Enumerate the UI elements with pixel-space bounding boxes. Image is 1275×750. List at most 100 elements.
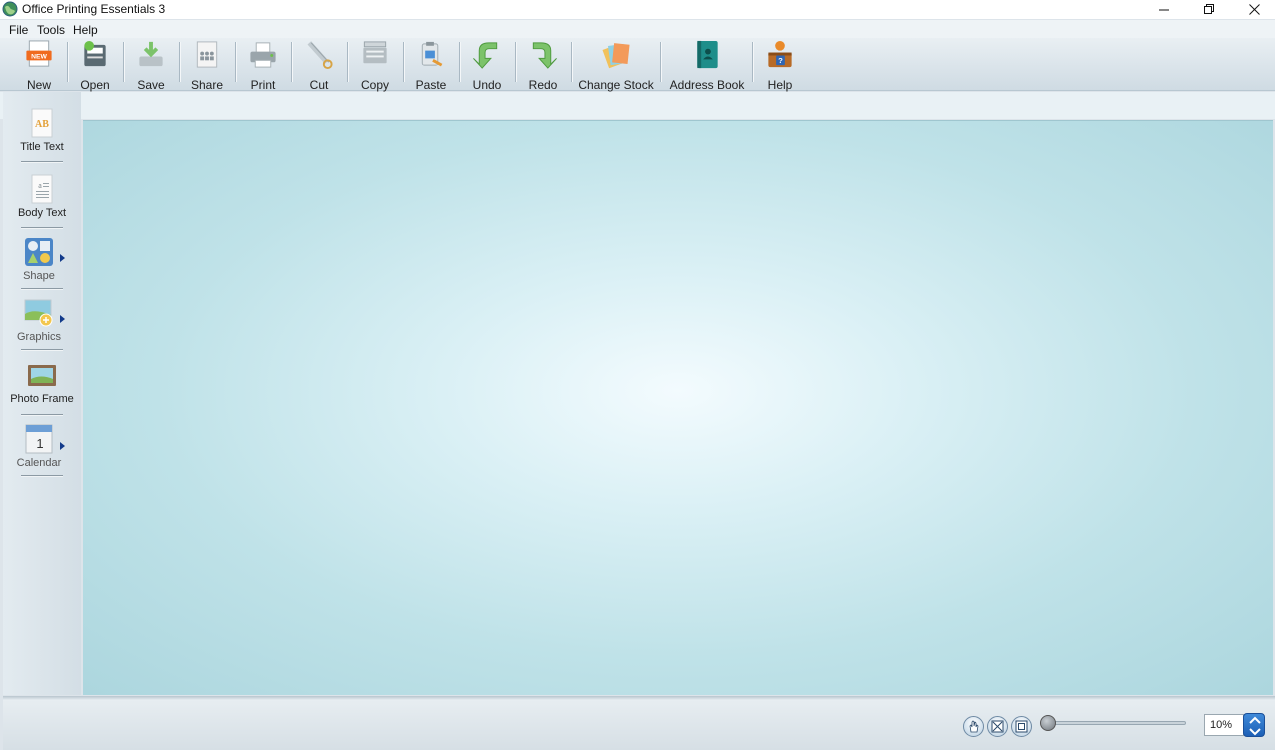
actual-size-button[interactable]	[1011, 716, 1032, 737]
pan-hand-icon	[969, 720, 979, 733]
calendar-icon: 1	[25, 424, 53, 454]
copier-icon	[363, 41, 387, 64]
globe-icon	[2, 1, 18, 17]
undo-label: Undo	[472, 78, 502, 92]
svg-text:AB: AB	[35, 119, 49, 130]
toolbar-separator	[291, 42, 292, 82]
toolbar-separator	[571, 42, 572, 82]
restore-button[interactable]	[1186, 0, 1232, 19]
toolbar-separator	[752, 42, 753, 82]
svg-text:?: ?	[778, 56, 783, 65]
share-label: Share	[190, 78, 224, 92]
palette-item-title-text[interactable]: AB Title Text	[3, 108, 81, 153]
cut-button[interactable]: Cut	[301, 38, 337, 91]
svg-text:NEW: NEW	[31, 53, 47, 60]
scissors-icon	[307, 41, 333, 70]
paste-icon	[421, 41, 443, 67]
redo-icon	[532, 42, 557, 69]
calendar-submenu-arrow-icon[interactable]	[60, 442, 65, 450]
minimize-icon	[1158, 9, 1169, 11]
paste-button[interactable]: Paste	[413, 38, 449, 91]
new-button[interactable]: NEW New	[21, 38, 57, 91]
share-icon	[196, 41, 218, 68]
actual-size-icon	[1015, 720, 1028, 733]
print-button[interactable]: Print	[245, 38, 281, 91]
zoom-slider-thumb[interactable]	[1040, 715, 1056, 731]
address-book-label: Address Book	[669, 78, 745, 92]
toolbar-separator	[403, 42, 404, 82]
toolbar-separator	[67, 42, 68, 82]
photo-frame-icon	[28, 365, 56, 386]
toolbar-separator	[235, 42, 236, 82]
toolbar-separator	[179, 42, 180, 82]
toolbar-separator	[123, 42, 124, 82]
palette-separator	[21, 227, 63, 229]
save-button[interactable]: Save	[133, 38, 169, 91]
copy-button[interactable]: Copy	[357, 38, 393, 91]
palette-item-body-text[interactable]: a Body Text	[3, 174, 81, 219]
fit-page-button[interactable]	[987, 716, 1008, 737]
share-button[interactable]: Share	[189, 38, 225, 91]
redo-button[interactable]: Redo	[525, 38, 561, 91]
palette-separator	[21, 288, 63, 290]
address-book-icon	[697, 40, 718, 69]
palette-label-graphics: Graphics	[16, 331, 62, 343]
paper-stock-icon	[602, 43, 630, 69]
palette-item-photo-frame[interactable]: Photo Frame	[3, 360, 81, 405]
graphics-icon	[24, 299, 53, 327]
toolbar-separator	[347, 42, 348, 82]
palette-item-calendar[interactable]: 1 Calendar	[0, 424, 78, 469]
minimize-button[interactable]	[1141, 0, 1187, 19]
pan-tool-button[interactable]	[963, 716, 984, 737]
menu-file[interactable]: File	[9, 23, 28, 37]
palette-label-body-text: Body Text	[17, 207, 67, 219]
palette-separator	[21, 414, 63, 416]
palette-separator	[21, 475, 63, 477]
palette-label-title-text: Title Text	[20, 141, 64, 153]
undo-icon	[473, 42, 498, 69]
change-stock-label: Change Stock	[578, 78, 654, 92]
zoom-spinner[interactable]	[1243, 713, 1265, 737]
toolbar-separator	[459, 42, 460, 82]
svg-text:1: 1	[36, 436, 43, 451]
palette-item-shape[interactable]: Shape	[0, 237, 78, 282]
shape-submenu-arrow-icon[interactable]	[60, 254, 65, 262]
save-icon	[139, 41, 163, 67]
menu-tools[interactable]: Tools	[37, 23, 65, 37]
help-button[interactable]: ? Help	[762, 38, 798, 91]
undo-button[interactable]: Undo	[469, 38, 505, 91]
palette-label-calendar: Calendar	[16, 457, 62, 469]
palette-separator	[21, 161, 63, 163]
tool-palette: AB Title Text a Body Text Shape Graphics…	[3, 92, 81, 695]
paste-label: Paste	[415, 78, 447, 92]
main-toolbar: NEW New Open Save Share Print Cut Copy P…	[0, 38, 1275, 91]
close-button[interactable]	[1231, 0, 1275, 19]
open-folder-icon	[84, 40, 106, 67]
spinner-arrows-icon	[1249, 716, 1261, 736]
help-label: Help	[767, 78, 793, 92]
palette-item-graphics[interactable]: Graphics	[0, 298, 78, 343]
print-label: Print	[250, 78, 276, 92]
body-text-icon: a	[31, 174, 53, 204]
menu-bar: File Tools Help	[0, 20, 1275, 38]
window-title: Office Printing Essentials 3	[22, 2, 166, 16]
graphics-submenu-arrow-icon[interactable]	[60, 315, 65, 323]
redo-label: Redo	[528, 78, 558, 92]
open-button[interactable]: Open	[77, 38, 113, 91]
palette-label-shape: Shape	[23, 270, 55, 282]
new-label: New	[26, 78, 51, 92]
save-label: Save	[137, 78, 165, 92]
address-book-button[interactable]: Address Book	[670, 38, 744, 91]
menu-help[interactable]: Help	[73, 23, 98, 37]
shape-icon	[25, 238, 53, 266]
change-stock-button[interactable]: Change Stock	[578, 38, 654, 92]
zoom-level-field[interactable]: 10%	[1204, 714, 1244, 736]
restore-icon	[1203, 4, 1214, 14]
design-canvas[interactable]	[83, 120, 1273, 695]
cut-label: Cut	[309, 78, 329, 92]
toolbar-separator	[660, 42, 661, 82]
open-label: Open	[80, 78, 110, 92]
palette-label-photo-frame: Photo Frame	[10, 393, 74, 405]
zoom-slider-track[interactable]	[1048, 721, 1186, 725]
toolbar-separator	[515, 42, 516, 82]
